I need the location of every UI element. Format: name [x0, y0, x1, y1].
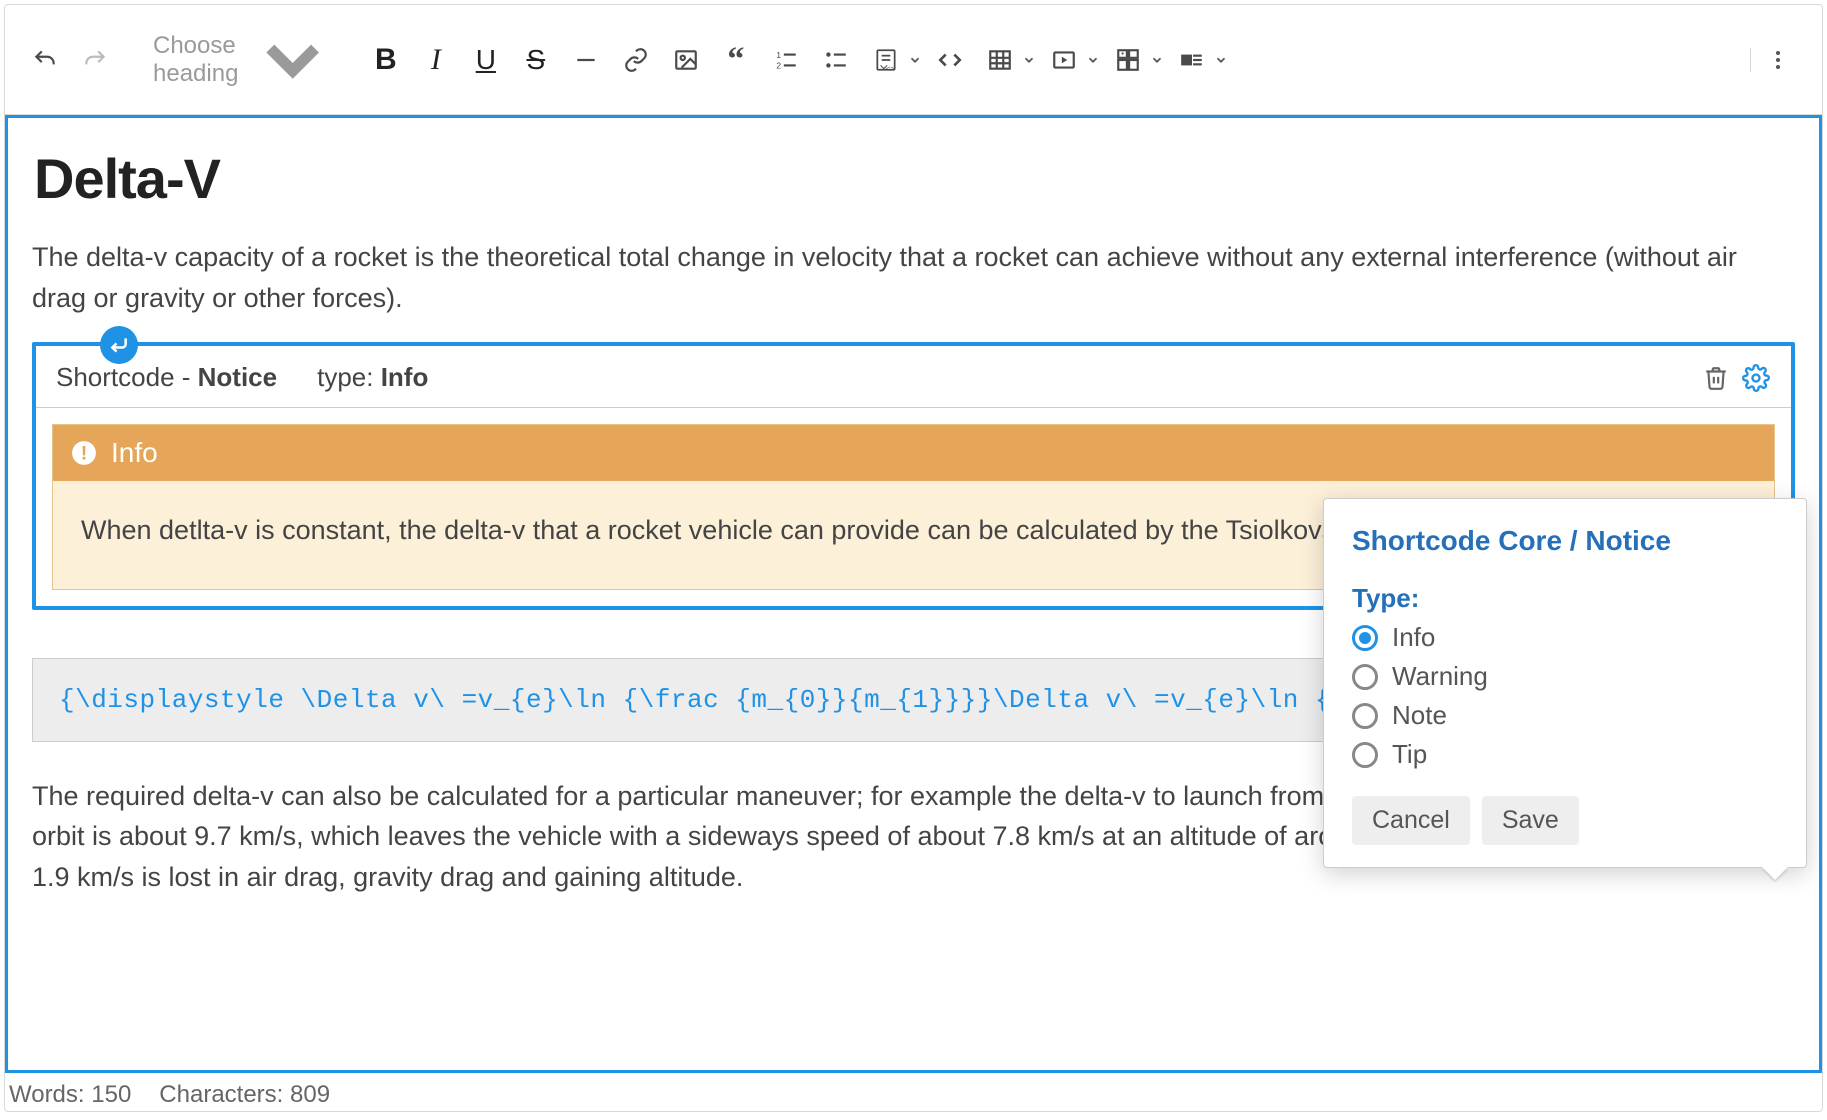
editor-content[interactable]: Delta-V The delta-v capacity of a rocket…	[5, 115, 1822, 1073]
popover-type-label: Type:	[1352, 583, 1778, 614]
radio-icon	[1352, 664, 1378, 690]
shortcode-type: type: Info	[317, 362, 428, 393]
italic-button[interactable]: I	[414, 38, 458, 82]
chevron-down-icon	[248, 15, 337, 104]
shortcode-icon: <>	[864, 38, 908, 82]
svg-text:!: !	[81, 443, 88, 465]
char-count: Characters: 809	[159, 1081, 330, 1109]
type-radio-group: Info Warning Note Tip	[1352, 622, 1778, 770]
horizontal-rule-button[interactable]	[564, 38, 608, 82]
type-option-note[interactable]: Note	[1352, 700, 1778, 731]
radio-label: Note	[1392, 700, 1447, 731]
image-button[interactable]	[664, 38, 708, 82]
underline-button[interactable]: U	[464, 38, 508, 82]
delete-shortcode-button[interactable]	[1701, 363, 1731, 393]
gear-icon	[1742, 364, 1770, 392]
chevron-down-icon	[1214, 53, 1228, 67]
heading-label: Choose heading	[153, 32, 238, 88]
widget-icon	[1106, 38, 1150, 82]
undo-button[interactable]	[23, 38, 67, 82]
code-button[interactable]	[928, 38, 972, 82]
save-button[interactable]: Save	[1482, 796, 1579, 845]
cancel-button[interactable]: Cancel	[1352, 796, 1470, 845]
type-option-info[interactable]: Info	[1352, 622, 1778, 653]
chevron-down-icon	[908, 53, 922, 67]
type-option-warning[interactable]: Warning	[1352, 661, 1778, 692]
shortcode-name: Shortcode - Notice	[56, 362, 277, 393]
notice-title-bar: ! Info	[53, 425, 1774, 481]
more-button[interactable]	[1750, 48, 1804, 72]
radio-icon	[1352, 742, 1378, 768]
editor-window: Choose heading B I U S “ 12 <>	[4, 4, 1823, 1112]
radio-label: Warning	[1392, 661, 1488, 692]
svg-text:<>: <>	[886, 64, 895, 73]
table-icon	[978, 38, 1022, 82]
video-icon	[1042, 38, 1086, 82]
more-vertical-icon	[1766, 48, 1790, 72]
toolbar: Choose heading B I U S “ 12 <>	[5, 5, 1822, 115]
media-dropdown[interactable]	[1042, 38, 1100, 82]
radio-icon	[1352, 625, 1378, 651]
chevron-down-icon	[1086, 53, 1100, 67]
radio-icon	[1352, 703, 1378, 729]
configure-shortcode-button[interactable]	[1741, 363, 1771, 393]
trash-icon	[1703, 365, 1729, 391]
widget-dropdown[interactable]	[1106, 38, 1164, 82]
unordered-list-button[interactable]	[814, 38, 858, 82]
chevron-down-icon	[1150, 53, 1164, 67]
type-option-tip[interactable]: Tip	[1352, 739, 1778, 770]
shortcode-header: Shortcode - Notice type: Info	[36, 346, 1791, 408]
redo-button[interactable]	[73, 38, 117, 82]
insert-shortcode-dropdown[interactable]: <>	[864, 38, 922, 82]
align-dropdown[interactable]	[1170, 38, 1228, 82]
table-dropdown[interactable]	[978, 38, 1036, 82]
link-button[interactable]	[614, 38, 658, 82]
radio-label: Info	[1392, 622, 1435, 653]
notice-title: Info	[111, 437, 158, 469]
chevron-down-icon	[1022, 53, 1036, 67]
svg-text:2: 2	[776, 60, 781, 70]
shortcode-config-popover: Shortcode Core / Notice Type: Info Warnin…	[1323, 498, 1807, 868]
bold-button[interactable]: B	[364, 38, 408, 82]
heading-dropdown[interactable]: Choose heading	[123, 15, 358, 104]
status-bar: Words: 150 Characters: 809	[5, 1073, 1822, 1111]
svg-text:1: 1	[776, 50, 781, 60]
align-icon	[1170, 38, 1214, 82]
strikethrough-button[interactable]: S	[514, 38, 558, 82]
word-count: Words: 150	[9, 1081, 131, 1109]
radio-label: Tip	[1392, 739, 1427, 770]
page-title[interactable]: Delta-V	[34, 146, 1795, 211]
info-icon: !	[71, 440, 97, 466]
ordered-list-button[interactable]: 12	[764, 38, 808, 82]
popover-title: Shortcode Core / Notice	[1352, 525, 1778, 557]
return-icon	[109, 335, 129, 355]
blockquote-button[interactable]: “	[714, 38, 758, 82]
paragraph[interactable]: The delta-v capacity of a rocket is the …	[32, 237, 1795, 318]
